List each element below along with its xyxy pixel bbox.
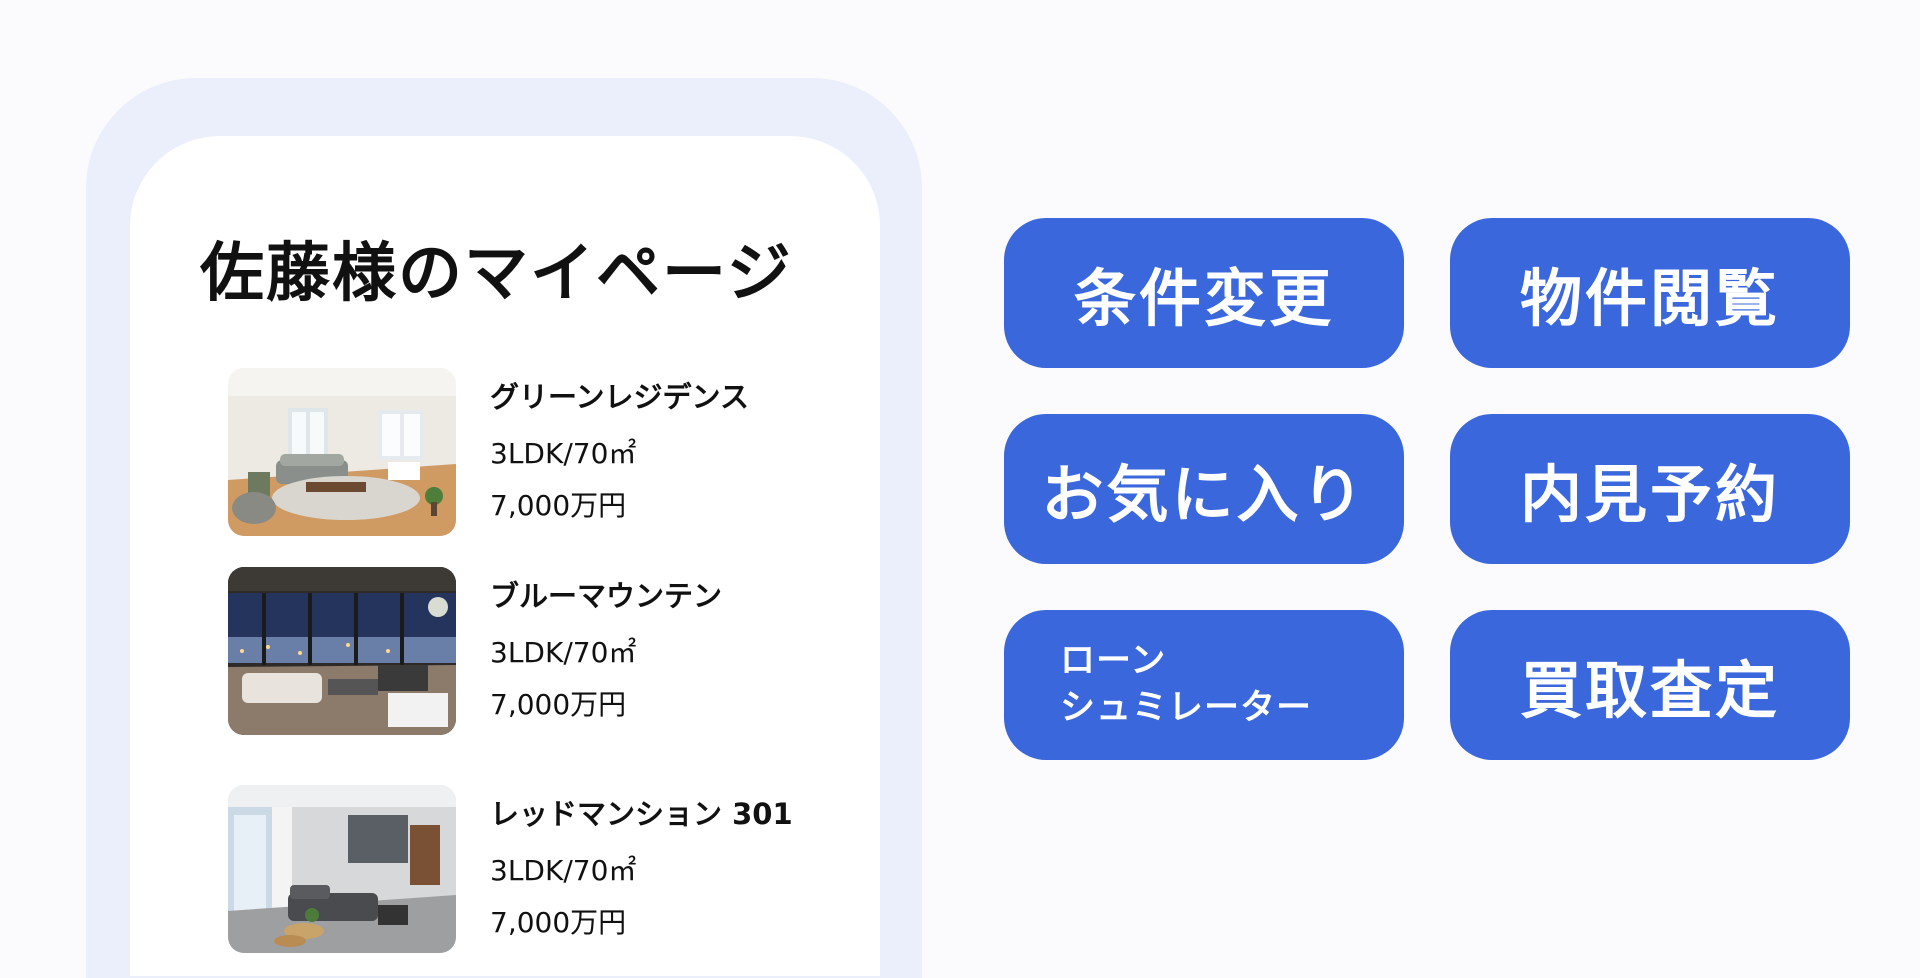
change-conditions-button[interactable]: 条件変更: [1004, 218, 1404, 368]
listing-item[interactable]: レッドマンション 301 3LDK/70㎡ 7,000万円: [228, 785, 828, 953]
listing-price: 7,000万円: [490, 906, 627, 939]
appraisal-button[interactable]: 買取査定: [1450, 610, 1850, 760]
listing-price: 7,000万円: [490, 489, 627, 522]
listing-name: グリーンレジデンス: [490, 380, 749, 414]
listing-spec: 3LDK/70㎡: [490, 636, 637, 669]
listing-name: ブルーマウンテン: [490, 579, 723, 613]
listing-item[interactable]: ブルーマウンテン 3LDK/70㎡ 7,000万円: [228, 567, 828, 735]
loan-simulator-label-line1: ローン: [1060, 640, 1167, 681]
property-photo[interactable]: [228, 785, 456, 953]
browse-properties-button[interactable]: 物件閲覧: [1450, 218, 1850, 368]
loan-simulator-label-line2: シュミレーター: [1060, 688, 1313, 728]
listing-price: 7,000万円: [490, 688, 627, 721]
listing-name: レッドマンション 301: [490, 797, 793, 831]
listing-item[interactable]: グリーンレジデンス 3LDK/70㎡ 7,000万円: [228, 368, 828, 536]
page-title: 佐藤様のマイページ: [200, 237, 793, 311]
listing-spec: 3LDK/70㎡: [490, 437, 637, 470]
property-photo[interactable]: [228, 567, 456, 735]
property-photo[interactable]: [228, 368, 456, 536]
listing-spec: 3LDK/70㎡: [490, 854, 637, 887]
viewing-reservation-button[interactable]: 内見予約: [1450, 414, 1850, 564]
favorites-button[interactable]: お気に入り: [1004, 414, 1404, 564]
loan-simulator-button[interactable]: ローン シュミレーター: [1004, 610, 1404, 760]
